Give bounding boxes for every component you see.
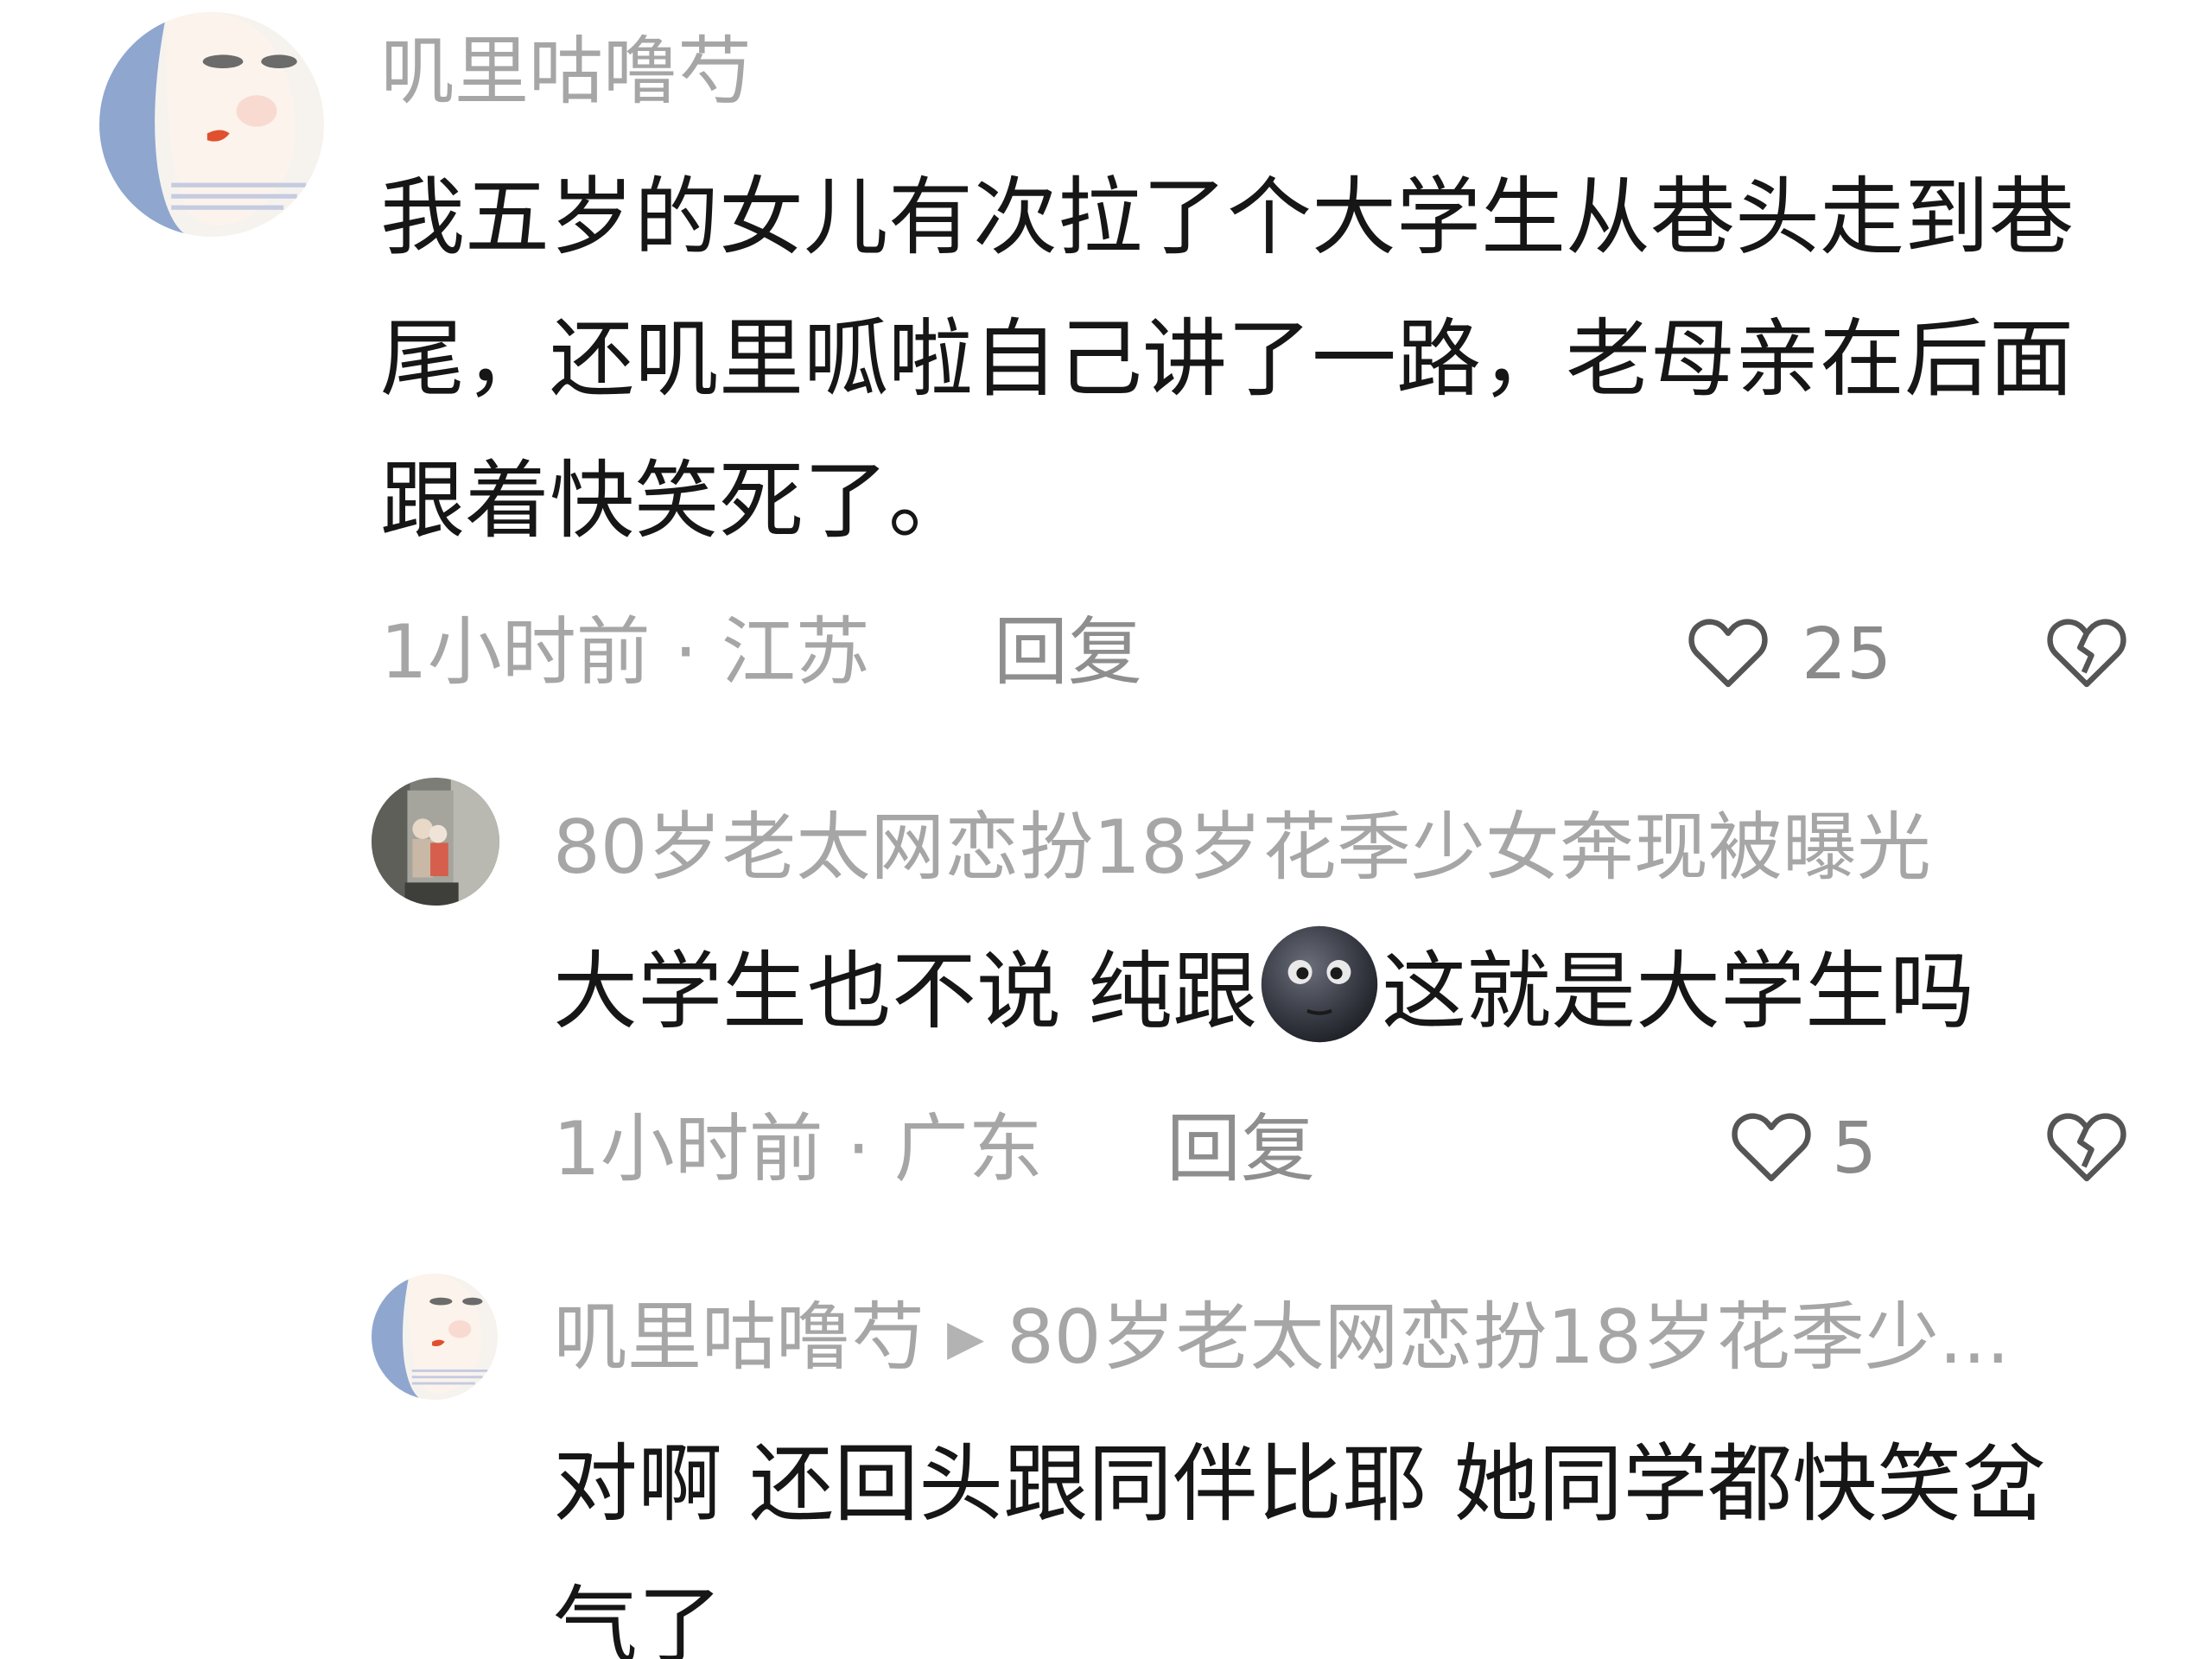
like-button[interactable] — [1724, 1097, 1819, 1192]
comment-time-location: 1小时前 · 江苏 — [380, 609, 870, 696]
dislike-button[interactable] — [2039, 603, 2134, 698]
heart-outline-icon — [1732, 1113, 1811, 1182]
reply-text-part: 这就是大学生吗 — [1382, 943, 1975, 1041]
heart-outline-icon — [1688, 619, 1768, 688]
reply-username[interactable]: 80岁老太网恋扮18岁花季少女奔现被曝光 — [553, 810, 1931, 885]
comment-username[interactable]: 叽里咕噜芍 — [380, 35, 752, 109]
reply-text: 对啊 还回头跟同伴比耶 她同学都快笑岔气了 — [553, 1435, 2047, 1659]
illustrated-face-avatar-icon — [372, 1274, 498, 1400]
broken-heart-icon — [2047, 619, 2126, 688]
illustrated-face-avatar-icon — [99, 12, 324, 237]
broken-heart-icon — [2047, 1113, 2126, 1182]
reply-text-part: 大学生也不说 纯跟 — [553, 943, 1258, 1041]
reply-header: 叽里咕噜芍 ▶ 80岁老太网恋扮18岁花季少... — [553, 1300, 2010, 1375]
comment-text: 我五岁的女儿有次拉了个大学生从巷头走到巷尾，还叽里呱啦自己讲了一路，老母亲在后面… — [380, 168, 2075, 550]
reply-button[interactable]: 回复 — [994, 615, 1142, 690]
avatar[interactable] — [372, 778, 499, 906]
new-moon-face-emoji-icon — [1261, 925, 1378, 1043]
reply-time-location: 1小时前 · 广东 — [553, 1106, 1043, 1192]
reply-to-username[interactable]: 80岁老太网恋扮18岁花季少... — [1007, 1294, 2010, 1381]
reply-text: 大学生也不说 纯跟 这就是大学生吗 — [553, 921, 2160, 1063]
photo-avatar-icon — [372, 778, 499, 906]
like-count: 5 — [1832, 1108, 1878, 1190]
reply-button[interactable]: 回复 — [1166, 1112, 1315, 1186]
avatar[interactable] — [99, 12, 324, 237]
like-button[interactable] — [1681, 603, 1776, 698]
play-arrow-icon: ▶ — [947, 1310, 985, 1366]
comment-thread: 叽里咕噜芍 我五岁的女儿有次拉了个大学生从巷头走到巷尾，还叽里呱啦自己讲了一路，… — [0, 0, 2212, 1659]
like-count: 25 — [1802, 613, 1892, 696]
dislike-button[interactable] — [2039, 1097, 2134, 1192]
reply-username[interactable]: 叽里咕噜芍 — [553, 1294, 925, 1381]
avatar[interactable] — [372, 1274, 498, 1400]
